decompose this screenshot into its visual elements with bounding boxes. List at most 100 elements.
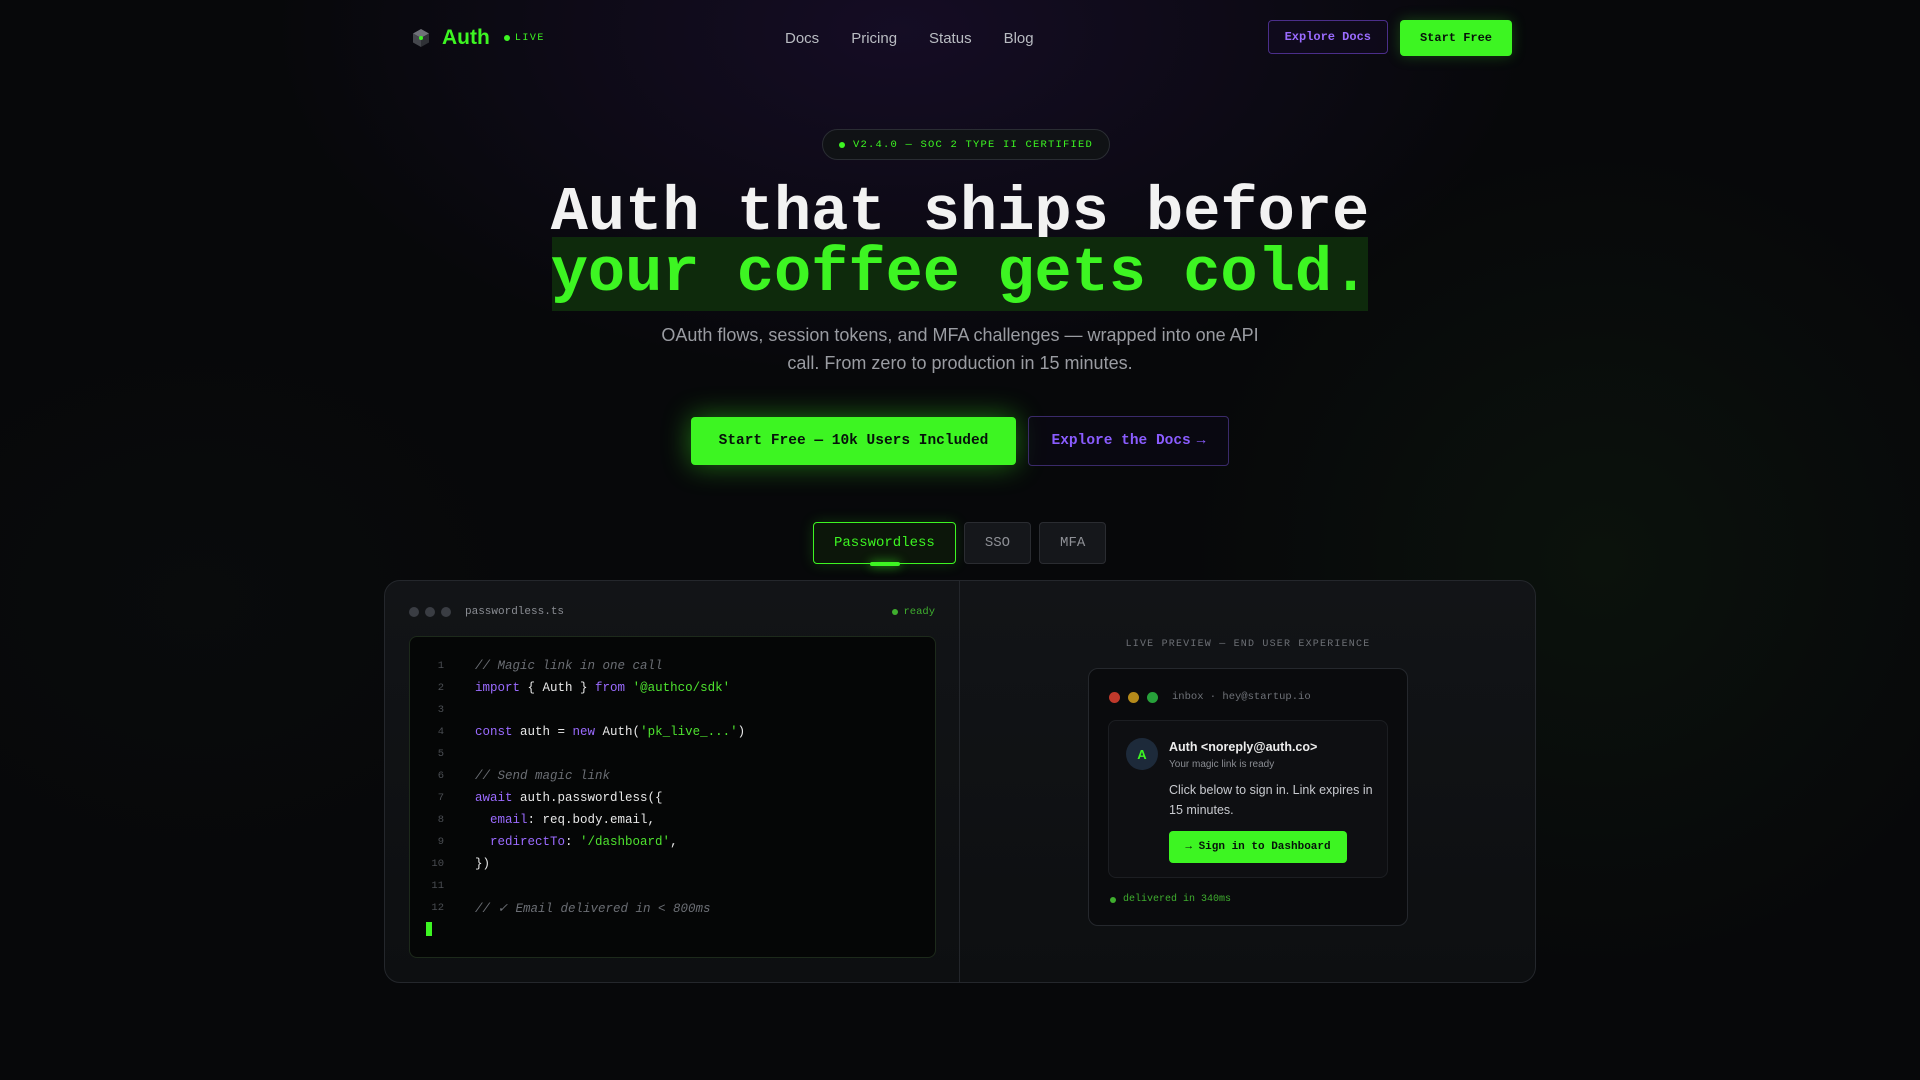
code-token: // Magic link in one call xyxy=(475,659,663,673)
code-text: redirectTo: '/dashboard', xyxy=(475,835,678,849)
email-subject: Your magic link is ready xyxy=(1169,759,1275,770)
code-token: : req.body.email, xyxy=(527,813,656,827)
editor-toolbar: passwordless.ts ready xyxy=(409,605,935,619)
line-number: 11 xyxy=(431,880,444,892)
status-dot-icon xyxy=(892,609,899,615)
tab-sso[interactable]: SSO xyxy=(963,522,1032,564)
nav-link-pricing[interactable]: Pricing xyxy=(851,30,897,47)
window-dot-icon xyxy=(409,607,419,617)
code-line: 6 // Send magic link xyxy=(410,765,935,787)
maximize-dot-icon xyxy=(1147,691,1158,703)
code-token: 'pk_live_...' xyxy=(640,725,738,739)
sign-in-dashboard-button[interactable]: → Sign in to Dashboard xyxy=(1169,831,1347,863)
email-card: A Auth <noreply@auth.co> Your magic link… xyxy=(1108,720,1388,878)
code-token: from xyxy=(595,681,626,695)
code-token: // Send magic link xyxy=(475,769,611,783)
feature-tabs: Passwordless SSO MFA xyxy=(813,522,1107,566)
code-editor[interactable]: 1 // Magic link in one call 2 import { Auth… xyxy=(409,636,936,958)
minimize-dot-icon xyxy=(1128,691,1139,703)
line-number: 8 xyxy=(437,814,444,826)
email-preview: inbox · hey@startup.io A Auth <noreply@a… xyxy=(1088,668,1408,926)
arrow-right-icon: → xyxy=(1196,433,1206,449)
demo-panel: passwordless.ts ready 1 // Magic link in … xyxy=(384,580,1536,983)
code-text: // Send magic link xyxy=(475,769,610,783)
code-token: const xyxy=(475,725,513,739)
delivery-status-label: delivered in 340ms xyxy=(1123,894,1232,905)
line-number: 3 xyxy=(437,704,444,716)
line-number: 5 xyxy=(437,748,444,760)
live-label: LIVE xyxy=(514,32,545,44)
code-token: '/dashboard' xyxy=(580,835,671,849)
nav-actions: Explore Docs Start Free xyxy=(1267,20,1512,56)
code-token: , xyxy=(670,835,678,849)
code-line: 3 xyxy=(410,699,935,721)
delivery-status: delivered in 340ms xyxy=(1110,894,1231,905)
hero-subtitle: OAuth flows, session tokens, and MFA cha… xyxy=(661,325,1259,373)
code-line: 10}) xyxy=(410,853,935,875)
code-token: // ✓ Email delivered in < 800ms xyxy=(475,902,711,916)
badge-dot-icon xyxy=(839,141,845,148)
code-line: 8 email: req.body.email, xyxy=(410,809,935,831)
line-number: 7 xyxy=(437,792,444,804)
code-token: '@authco/sdk' xyxy=(632,681,731,695)
code-text: const auth = new Auth('pk_live_...') xyxy=(475,725,745,739)
version-badge-text: V2.4.0 — SOC 2 TYPE II CERTIFIED xyxy=(853,138,1094,151)
email-from: Auth <noreply@auth.co> xyxy=(1169,740,1318,754)
text-cursor xyxy=(426,922,432,936)
live-dot-icon xyxy=(503,35,510,41)
code-token: new xyxy=(572,725,596,739)
line-number: 4 xyxy=(437,726,444,738)
explore-docs-hero-button[interactable]: Explore the Docs → xyxy=(1028,416,1229,466)
delivered-dot-icon xyxy=(1110,896,1116,903)
brand-name: Auth xyxy=(442,26,490,49)
line-number: 10 xyxy=(431,858,444,870)
code-line: 11 xyxy=(410,875,935,897)
nav-link-status[interactable]: Status xyxy=(929,30,972,47)
code-line: 7 await auth.passwordless({ xyxy=(410,787,935,809)
hero-title-line-1: Auth that ships before xyxy=(550,177,1370,248)
code-text: }) xyxy=(475,857,490,871)
nav-link-blog[interactable]: Blog xyxy=(1004,30,1034,47)
code-line: 2 import { Auth } from '@authco/sdk' xyxy=(410,677,935,699)
cube-logo-icon xyxy=(413,29,429,47)
code-token: }) xyxy=(475,857,491,871)
live-preview-label: LIVE PREVIEW — END USER EXPERIENCE xyxy=(1125,639,1371,650)
explore-docs-hero-label: Explore the Docs xyxy=(1051,433,1191,449)
editor-status: ready xyxy=(892,606,935,618)
top-nav: Auth LIVE Docs Pricing Status Blog Explo… xyxy=(410,20,1512,56)
nav-links: Docs Pricing Status Blog xyxy=(785,30,1034,47)
inbox-address: inbox · hey@startup.io xyxy=(1172,691,1311,703)
version-badge: V2.4.0 — SOC 2 TYPE II CERTIFIED xyxy=(822,129,1111,160)
email-window-bar: inbox · hey@startup.io xyxy=(1109,691,1311,703)
start-free-button[interactable]: Start Free xyxy=(1399,20,1512,56)
tab-mfa[interactable]: MFA xyxy=(1039,522,1107,564)
window-dot-icon xyxy=(425,607,435,617)
editor-status-label: ready xyxy=(903,606,935,618)
code-token: { Auth } xyxy=(520,681,596,695)
brand[interactable]: Auth LIVE xyxy=(410,26,545,50)
code-line: 12 // ✓ Email delivered in < 800ms xyxy=(410,897,935,919)
code-line: 9 redirectTo: '/dashboard', xyxy=(410,831,935,853)
window-controls xyxy=(409,607,451,617)
close-dot-icon xyxy=(1109,691,1120,703)
sender-avatar: A xyxy=(1126,738,1158,770)
nav-link-docs[interactable]: Docs xyxy=(785,30,819,47)
code-token: await xyxy=(475,791,513,805)
code-text: await auth.passwordless({ xyxy=(475,791,663,805)
line-number: 9 xyxy=(437,836,444,848)
window-dot-icon xyxy=(441,607,451,617)
email-body: Click below to sign in. Link expires in … xyxy=(1169,783,1373,817)
explore-docs-button[interactable]: Explore Docs xyxy=(1267,20,1388,54)
hero-title-line-2: your coffee gets cold. xyxy=(550,238,1370,309)
live-indicator: LIVE xyxy=(503,32,545,44)
code-line: 5 xyxy=(410,743,935,765)
code-token: auth.passwordless({ xyxy=(512,791,663,805)
code-token: ) xyxy=(737,725,746,739)
editor-filename: passwordless.ts xyxy=(465,606,565,618)
tab-passwordless[interactable]: Passwordless xyxy=(813,522,956,566)
code-token: : xyxy=(565,835,581,849)
start-free-hero-button[interactable]: Start Free — 10k Users Included xyxy=(691,417,1016,465)
